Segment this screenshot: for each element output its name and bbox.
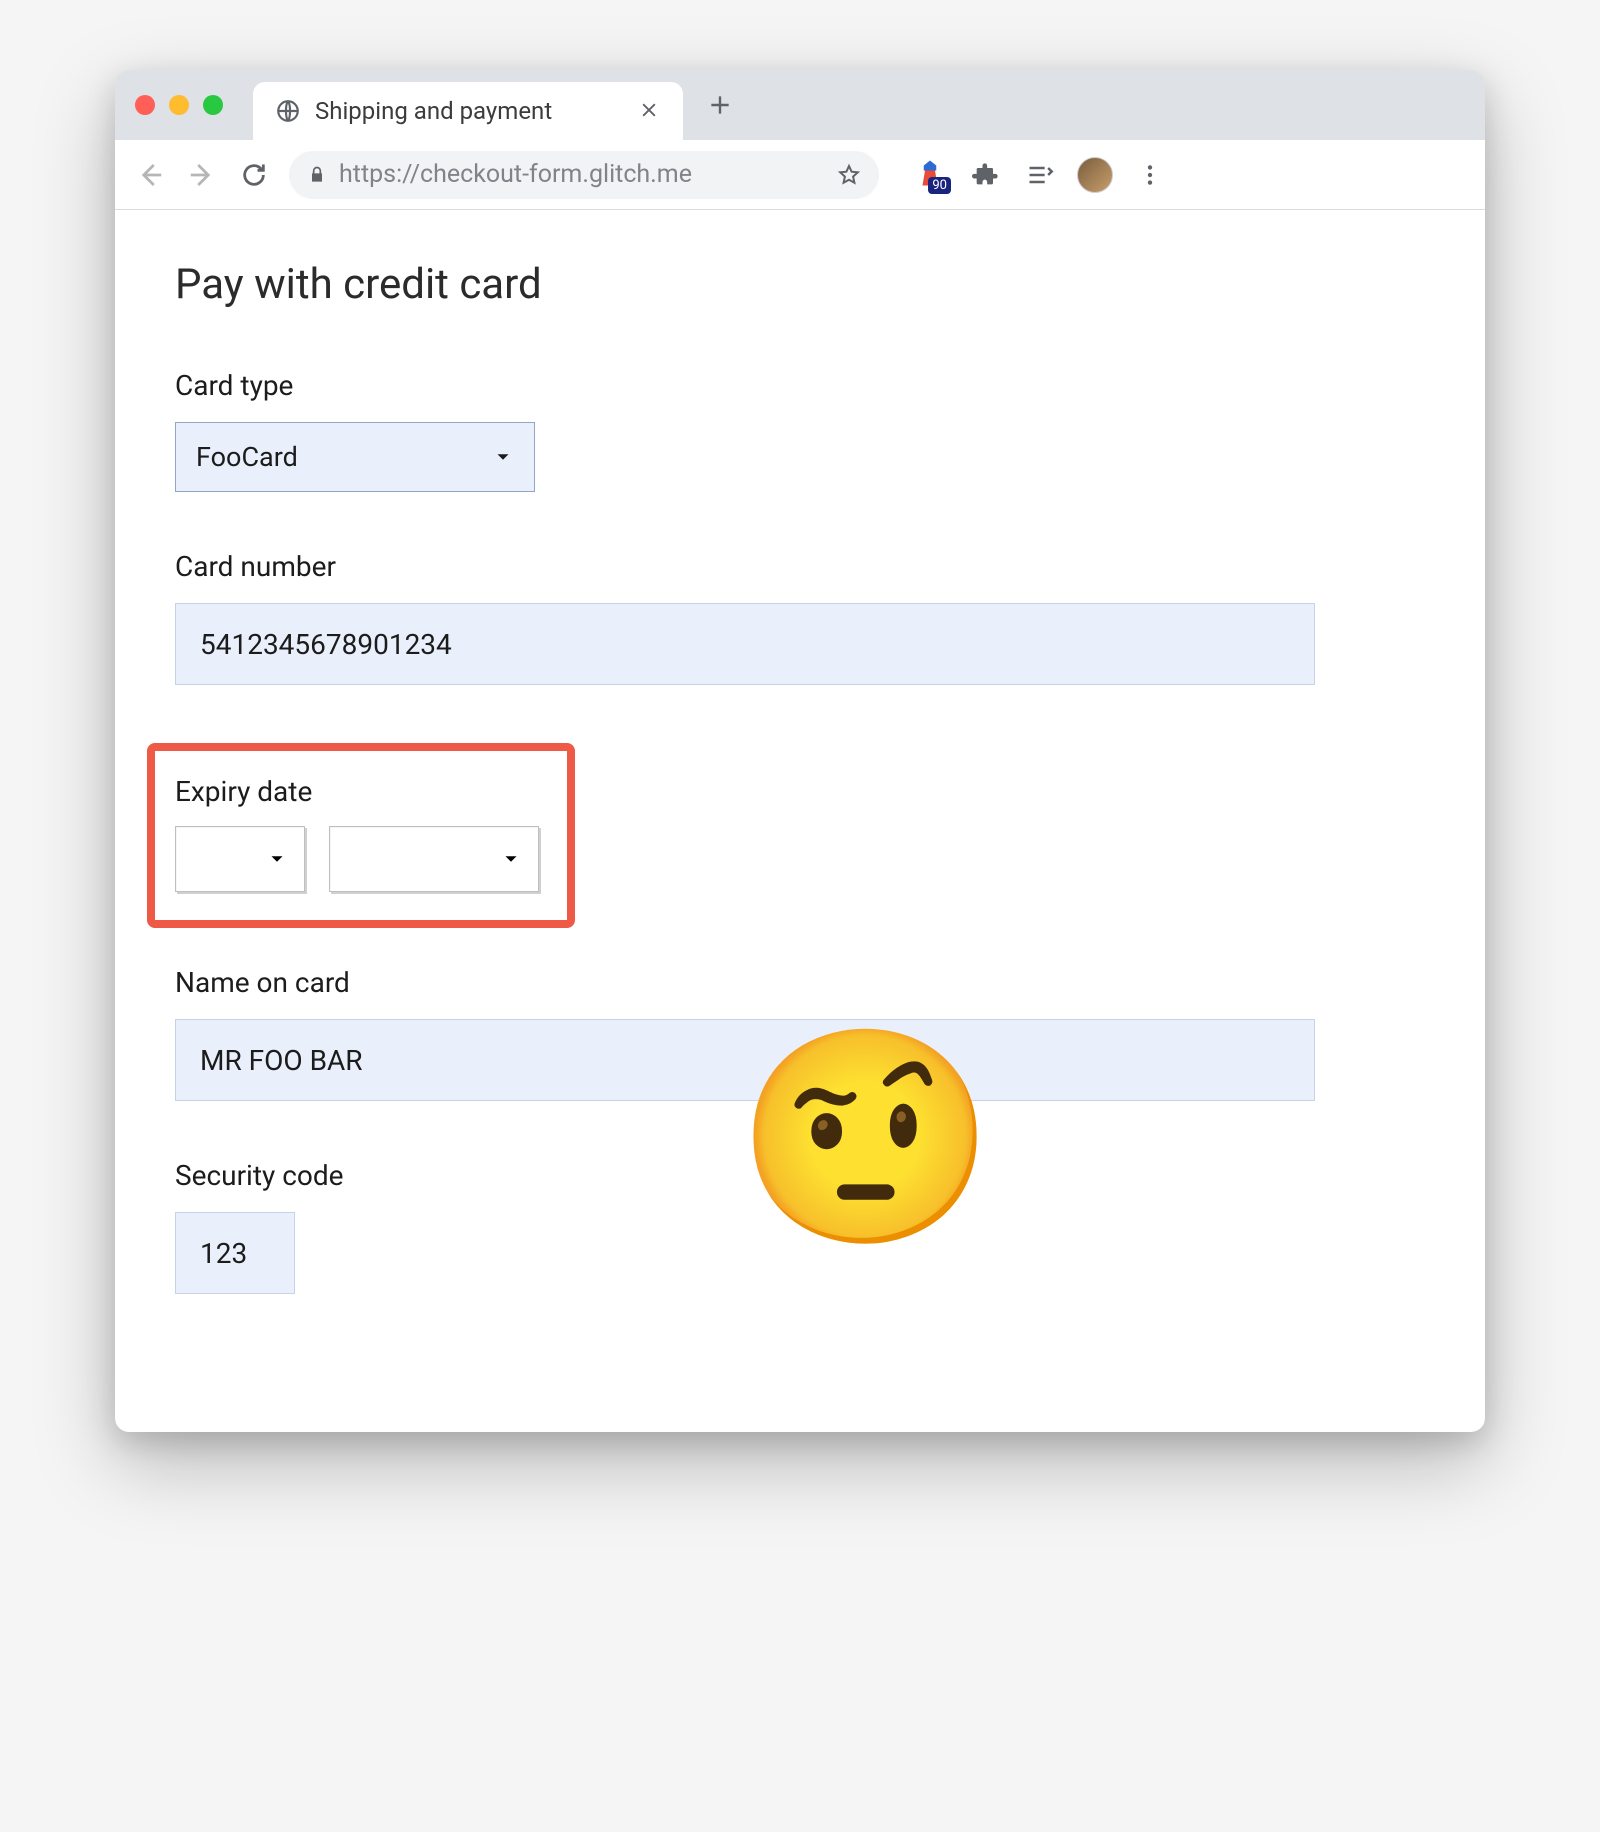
window-controls bbox=[135, 95, 223, 115]
name-on-card-value: MR FOO BAR bbox=[200, 1044, 363, 1077]
tab-strip: Shipping and payment bbox=[115, 70, 1485, 140]
browser-tab[interactable]: Shipping and payment bbox=[253, 82, 683, 140]
reload-button[interactable] bbox=[237, 158, 271, 192]
tab-title: Shipping and payment bbox=[315, 97, 625, 125]
expiry-highlight-box: Expiry date bbox=[147, 743, 575, 928]
card-type-label: Card type bbox=[175, 369, 1425, 402]
expiry-label: Expiry date bbox=[175, 775, 539, 808]
page-content: Pay with credit card Card type FooCard C… bbox=[115, 210, 1485, 1432]
browser-window: Shipping and payment htt bbox=[115, 70, 1485, 1432]
raised-eyebrow-emoji: 🤨 bbox=[735, 1034, 996, 1244]
card-number-label: Card number bbox=[175, 550, 1425, 583]
close-tab-icon[interactable] bbox=[639, 100, 661, 122]
maximize-window-button[interactable] bbox=[203, 95, 223, 115]
card-number-input[interactable]: 5412345678901234 bbox=[175, 603, 1315, 685]
chevron-down-icon bbox=[492, 446, 514, 468]
name-on-card-label: Name on card bbox=[175, 966, 1425, 999]
chevron-down-icon bbox=[500, 848, 522, 870]
url-text: https://checkout-form.glitch.me bbox=[339, 160, 825, 189]
reading-list-icon[interactable] bbox=[1023, 158, 1057, 192]
lighthouse-score-badge: 90 bbox=[928, 177, 951, 194]
star-icon[interactable] bbox=[837, 163, 861, 187]
extensions-icon[interactable] bbox=[969, 158, 1003, 192]
close-window-button[interactable] bbox=[135, 95, 155, 115]
back-button[interactable] bbox=[133, 158, 167, 192]
card-type-field: Card type FooCard bbox=[175, 369, 1425, 492]
lighthouse-extension-icon[interactable]: 90 bbox=[915, 158, 949, 192]
globe-icon bbox=[275, 98, 301, 124]
expiry-field: Expiry date bbox=[175, 743, 1425, 928]
toolbar-actions: 90 bbox=[915, 157, 1167, 193]
expiry-year-select[interactable] bbox=[329, 826, 539, 892]
profile-avatar[interactable] bbox=[1077, 157, 1113, 193]
chevron-down-icon bbox=[266, 848, 288, 870]
forward-button[interactable] bbox=[185, 158, 219, 192]
card-number-value: 5412345678901234 bbox=[200, 628, 452, 661]
menu-icon[interactable] bbox=[1133, 158, 1167, 192]
lock-icon bbox=[307, 165, 327, 185]
new-tab-button[interactable] bbox=[707, 92, 733, 118]
expiry-month-select[interactable] bbox=[175, 826, 305, 892]
card-type-value: FooCard bbox=[196, 441, 298, 473]
browser-toolbar: https://checkout-form.glitch.me 90 bbox=[115, 140, 1485, 210]
minimize-window-button[interactable] bbox=[169, 95, 189, 115]
page-heading: Pay with credit card bbox=[175, 260, 1425, 309]
card-type-select[interactable]: FooCard bbox=[175, 422, 535, 492]
security-code-input[interactable]: 123 bbox=[175, 1212, 295, 1294]
security-code-value: 123 bbox=[200, 1237, 247, 1270]
card-number-field: Card number 5412345678901234 bbox=[175, 550, 1425, 685]
address-bar[interactable]: https://checkout-form.glitch.me bbox=[289, 151, 879, 199]
